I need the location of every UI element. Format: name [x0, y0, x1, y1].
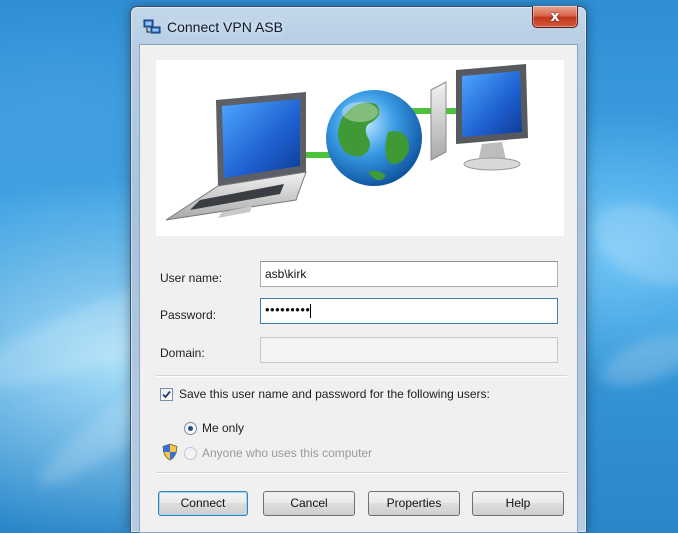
wallpaper-streak	[596, 324, 678, 396]
connect-button[interactable]: Connect	[158, 491, 248, 516]
close-icon: x	[550, 8, 560, 25]
text-cursor	[310, 303, 312, 318]
save-credentials-checkbox[interactable]	[160, 388, 173, 401]
password-value: •••••••••	[265, 302, 311, 317]
username-label: User name:	[160, 271, 223, 285]
password-field[interactable]: •••••••••	[260, 298, 558, 324]
password-label: Password:	[160, 308, 217, 322]
me-only-label: Me only	[202, 421, 245, 435]
me-only-radio[interactable]	[184, 422, 197, 435]
window-title: Connect VPN ASB	[167, 19, 283, 35]
anyone-label: Anyone who uses this computer	[202, 446, 373, 460]
vpn-laptop-globe-computer-illustration	[165, 64, 528, 221]
separator	[156, 375, 567, 377]
save-credentials-label: Save this user name and password for the…	[179, 387, 490, 401]
cancel-button[interactable]: Cancel	[263, 491, 355, 516]
help-button[interactable]: Help	[472, 491, 564, 516]
checkmark-icon	[162, 390, 171, 399]
uac-shield-icon	[162, 443, 178, 461]
radio-selected-dot	[188, 426, 193, 431]
vpn-banner	[156, 60, 564, 236]
vpn-connect-dialog: Connect VPN ASB x User name: asb\kirk Pa…	[130, 6, 587, 533]
domain-field[interactable]	[260, 337, 558, 363]
anyone-radio[interactable]	[184, 447, 197, 460]
properties-button[interactable]: Properties	[368, 491, 460, 516]
username-field[interactable]: asb\kirk	[260, 261, 558, 287]
wallpaper-streak	[580, 187, 678, 303]
close-button[interactable]: x	[532, 6, 578, 28]
domain-label: Domain:	[160, 346, 205, 360]
separator	[156, 472, 567, 474]
title-bar[interactable]: Connect VPN ASB x	[131, 6, 586, 45]
network-connection-icon	[143, 19, 161, 34]
dialog-client-area: User name: asb\kirk Password: ••••••••• …	[139, 44, 578, 533]
